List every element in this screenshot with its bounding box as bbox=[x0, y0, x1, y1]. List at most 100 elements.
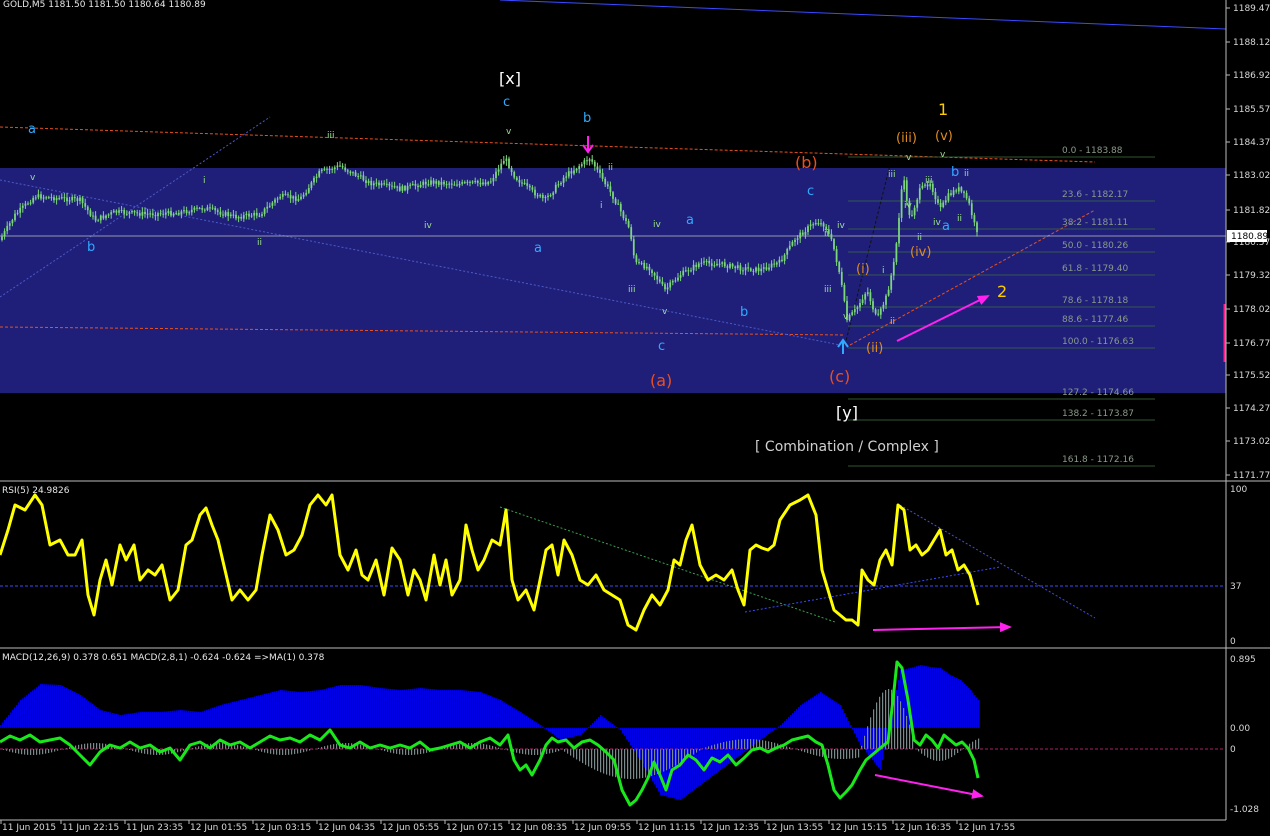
fib-label: 127.2 - 1174.66 bbox=[1062, 388, 1134, 398]
wave-label-a_paren: (a) bbox=[650, 371, 672, 390]
macd-hist-bar bbox=[172, 710, 174, 728]
macd-hist-bar bbox=[816, 694, 818, 728]
osma-bar bbox=[909, 724, 911, 749]
price-candle-body bbox=[393, 186, 396, 188]
macd-hist-bar bbox=[408, 689, 410, 728]
price-candle-body bbox=[794, 239, 796, 242]
macd-hist-bar bbox=[432, 689, 434, 728]
macd-hist-bar bbox=[78, 694, 80, 728]
macd-hist-bar bbox=[138, 712, 140, 728]
time-tick-label: 12 Jun 15:15 bbox=[830, 823, 887, 833]
macd-hist-bar bbox=[144, 712, 146, 728]
rsi-axis-100: 100 bbox=[1230, 485, 1247, 495]
price-candle-body bbox=[73, 196, 76, 199]
price-candle-body bbox=[112, 210, 115, 213]
price-candle-body bbox=[79, 197, 81, 201]
macd-hist-bar bbox=[162, 711, 164, 728]
price-candle-body bbox=[885, 295, 887, 305]
osma-bar bbox=[924, 749, 926, 756]
price-candle-body bbox=[950, 193, 952, 195]
osma-bar bbox=[816, 749, 818, 756]
macd-hist-bar bbox=[932, 667, 934, 728]
price-candle-body bbox=[755, 267, 757, 272]
price-candle-body bbox=[591, 159, 594, 162]
macd-hist-bar bbox=[532, 719, 534, 728]
macd-hist-bar bbox=[708, 728, 710, 779]
price-candle-body bbox=[344, 167, 347, 171]
macd-hist-bar bbox=[132, 713, 134, 728]
price-candle-body bbox=[97, 220, 100, 222]
price-candle-body bbox=[123, 209, 126, 214]
macd-hist-bar bbox=[254, 696, 256, 728]
macd-hist-bar bbox=[62, 686, 64, 728]
price-candle-body bbox=[489, 181, 492, 183]
osma-bar bbox=[63, 748, 65, 750]
macd-hist-bar bbox=[420, 688, 422, 728]
macd-hist-bar bbox=[618, 728, 620, 729]
price-candle-body bbox=[508, 158, 510, 169]
price-tick-label: 1173.02 bbox=[1233, 437, 1270, 447]
price-candle-body bbox=[11, 220, 14, 224]
price-candle-body bbox=[417, 185, 419, 188]
macd-hist-bar bbox=[774, 728, 776, 730]
macd-hist-bar bbox=[248, 698, 250, 728]
price-candle-body bbox=[94, 215, 97, 221]
macd-hist-bar bbox=[748, 728, 750, 749]
macd-hist-bar bbox=[930, 667, 932, 728]
osma-bar bbox=[288, 749, 290, 755]
osma-bar bbox=[717, 743, 719, 749]
price-tick-label: 1174.27 bbox=[1233, 404, 1270, 414]
price-candle-body bbox=[229, 214, 232, 217]
macd-hist-bar bbox=[974, 695, 976, 728]
osma-bar bbox=[144, 749, 146, 754]
macd-hist-bar bbox=[338, 685, 340, 728]
price-candle-body bbox=[534, 189, 536, 196]
price-candle-body bbox=[216, 210, 219, 212]
price-candle-body bbox=[276, 198, 279, 200]
macd-axis-zero: 0 bbox=[1230, 745, 1236, 755]
osma-bar bbox=[576, 749, 578, 760]
macd-hist-bar bbox=[70, 690, 72, 728]
macd-hist-bar bbox=[290, 691, 292, 728]
macd-hist-bar bbox=[54, 684, 56, 728]
macd-hist-bar bbox=[18, 702, 20, 728]
price-candle-body bbox=[435, 181, 438, 184]
osma-bar bbox=[78, 744, 80, 749]
macd-panel: MACD(12,26,9) 0.378 0.651 MACD(2,8,1) -0… bbox=[0, 653, 1259, 815]
price-candle-body bbox=[521, 182, 523, 184]
osma-bar bbox=[408, 749, 410, 755]
price-candle-body bbox=[385, 183, 388, 185]
macd-hist-bar bbox=[456, 690, 458, 728]
price-candle-body bbox=[736, 265, 739, 269]
price-candle-body bbox=[843, 284, 846, 301]
price-candle-body bbox=[357, 175, 360, 177]
osma-bar bbox=[183, 749, 185, 751]
price-candle-body bbox=[471, 181, 474, 183]
price-candle-body bbox=[461, 182, 464, 184]
price-candle-body bbox=[492, 178, 495, 182]
macd-hist-bar bbox=[798, 707, 800, 728]
osma-bar bbox=[975, 739, 977, 749]
macd-hist-bar bbox=[922, 665, 924, 728]
osma-bar bbox=[672, 749, 674, 768]
macd-hist-bar bbox=[26, 695, 28, 728]
price-candle-body bbox=[705, 260, 708, 262]
price-candle-body bbox=[838, 262, 841, 273]
wave-label-i: i bbox=[882, 266, 885, 276]
price-candle-body bbox=[799, 232, 802, 239]
macd-hist-bar bbox=[166, 711, 168, 728]
price-candle-body bbox=[957, 187, 960, 192]
osma-bar bbox=[900, 701, 902, 749]
macd-hist-bar bbox=[134, 712, 136, 728]
macd-hist-bar bbox=[156, 712, 158, 728]
osma-bar bbox=[729, 740, 731, 749]
osma-bar bbox=[549, 749, 551, 754]
macd-hist-bar bbox=[316, 690, 318, 728]
osma-bar bbox=[327, 745, 329, 749]
osma-bar bbox=[420, 749, 422, 755]
osma-bar bbox=[663, 749, 665, 772]
price-candle-body bbox=[895, 243, 898, 263]
macd-hist-bar bbox=[208, 709, 210, 728]
price-candle-body bbox=[63, 197, 66, 199]
macd-hist-bar bbox=[972, 692, 974, 728]
